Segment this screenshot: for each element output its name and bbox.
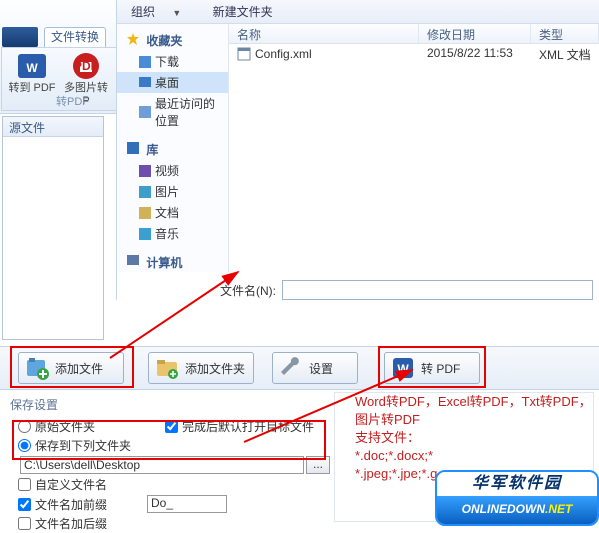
add-folder-label: 添加文件夹: [185, 360, 245, 377]
desktop-icon: [139, 77, 151, 89]
label-prefix: 文件名加前缀: [35, 496, 107, 513]
file-name: Config.xml: [255, 47, 312, 61]
to-pdf-button[interactable]: W 转到 PDF: [8, 52, 56, 95]
doc-icon: [139, 207, 151, 219]
label-open-after: 完成后默认打开目标文件: [182, 418, 314, 435]
add-folder-icon: [155, 356, 179, 380]
action-bar: 添加文件 添加文件夹 设置 W 转 PDF: [0, 346, 599, 390]
filename-label: 文件名(N):: [116, 282, 282, 299]
download-icon: [139, 56, 151, 68]
watermark-cn: 华军软件园: [437, 472, 597, 496]
computer-icon: [127, 255, 139, 267]
file-date: 2015/8/22 11:53: [419, 44, 531, 64]
convert-pdf-label: 转 PDF: [421, 360, 460, 377]
checkbox-prefix[interactable]: [18, 498, 31, 511]
file-dialog: 组织 ▼ 新建文件夹 收藏夹 下载 桌面 最近访问的位置 库 视频 图片 文档 …: [116, 0, 599, 300]
nav-video[interactable]: 视频: [117, 160, 228, 181]
toolbar-organize[interactable]: 组织 ▼: [131, 0, 195, 25]
wrench-icon: [279, 356, 303, 380]
toolbar-newfolder[interactable]: 新建文件夹: [213, 0, 273, 24]
checkbox-suffix[interactable]: [18, 517, 31, 530]
settings-label: 设置: [309, 360, 333, 377]
source-file-panel: 源文件: [2, 116, 104, 340]
path-input[interactable]: C:\Users\dell\Desktop: [20, 456, 304, 474]
word-icon: W: [16, 52, 48, 80]
library-icon: [127, 142, 139, 154]
dialog-toolbar: 组织 ▼ 新建文件夹: [117, 0, 599, 24]
checkbox-custom-name[interactable]: [18, 478, 31, 491]
file-list[interactable]: 名称 修改日期 类型 Config.xml 2015/8/22 11:53 XM…: [229, 24, 599, 272]
music-icon: [139, 228, 151, 240]
nav-downloads[interactable]: 下载: [117, 51, 228, 72]
prefix-input[interactable]: Do_: [147, 495, 227, 513]
chevron-down-icon: ▼: [172, 1, 181, 25]
picture-icon: [139, 186, 151, 198]
star-icon: [127, 33, 139, 45]
dialog-body: 收藏夹 下载 桌面 最近访问的位置 库 视频 图片 文档 音乐 计算机 本地磁盘…: [117, 24, 599, 272]
nav-desktop[interactable]: 桌面: [117, 72, 228, 93]
file-list-header: 名称 修改日期 类型: [229, 24, 599, 44]
file-row[interactable]: Config.xml 2015/8/22 11:53 XML 文档: [229, 44, 599, 64]
svg-text:W: W: [397, 362, 409, 376]
nav-favorites[interactable]: 收藏夹: [117, 28, 228, 51]
info-line3: 支持文件：: [339, 429, 593, 447]
nav-library[interactable]: 库: [117, 137, 228, 160]
filename-row: 文件名(N):: [116, 278, 599, 302]
recent-icon: [139, 106, 151, 118]
add-file-button[interactable]: 添加文件: [18, 352, 124, 384]
col-date[interactable]: 修改日期: [419, 24, 531, 43]
watermark-en: ONLINEDOWN.NET: [437, 496, 597, 524]
nav-pictures[interactable]: 图片: [117, 181, 228, 202]
source-file-title: 源文件: [3, 117, 103, 137]
add-file-icon: [25, 356, 49, 380]
info-line4: *.doc;*.docx;*: [339, 447, 593, 465]
label-custom-name: 自定义文件名: [35, 476, 107, 493]
svg-text:W: W: [26, 61, 38, 75]
pdf-icon: PDF: [70, 52, 102, 80]
convert-pdf-button[interactable]: W 转 PDF: [384, 352, 480, 384]
file-type: XML 文档: [531, 44, 599, 64]
xml-file-icon: [237, 47, 251, 61]
ribbon-tab-convert[interactable]: 文件转换: [44, 27, 106, 47]
col-name[interactable]: 名称: [229, 24, 419, 43]
nav-computer[interactable]: 计算机: [117, 250, 228, 272]
browse-button[interactable]: ...: [306, 456, 330, 474]
info-line1: Word转PDF，Excel转PDF，Txt转PDF，: [339, 393, 593, 411]
ribbon-group-label: 转PDF: [56, 93, 89, 109]
word-doc-icon: W: [391, 356, 415, 380]
watermark: 华军软件园 ONLINEDOWN.NET: [435, 470, 599, 526]
nav-recent[interactable]: 最近访问的位置: [117, 93, 228, 131]
label-suffix: 文件名加后缀: [35, 515, 107, 532]
radio-save-to-folder[interactable]: [18, 439, 31, 452]
col-type[interactable]: 类型: [531, 24, 599, 43]
label-save-to-folder: 保存到下列文件夹: [35, 437, 131, 454]
source-file-list[interactable]: [3, 137, 103, 337]
add-folder-button[interactable]: 添加文件夹: [148, 352, 254, 384]
add-file-label: 添加文件: [55, 360, 103, 377]
settings-button[interactable]: 设置: [272, 352, 358, 384]
info-line2: 图片转PDF: [339, 411, 593, 429]
filename-input[interactable]: [282, 280, 593, 300]
svg-text:PDF: PDF: [74, 59, 98, 73]
nav-docs[interactable]: 文档: [117, 202, 228, 223]
to-pdf-label: 转到 PDF: [8, 82, 56, 95]
video-icon: [139, 165, 151, 177]
nav-tree[interactable]: 收藏夹 下载 桌面 最近访问的位置 库 视频 图片 文档 音乐 计算机 本地磁盘…: [117, 24, 229, 272]
radio-original-folder[interactable]: [18, 420, 31, 433]
nav-music[interactable]: 音乐: [117, 223, 228, 244]
checkbox-open-after[interactable]: [165, 420, 178, 433]
ribbon-tab-file[interactable]: [2, 27, 38, 47]
label-original-folder: 原始文件夹: [35, 418, 95, 435]
